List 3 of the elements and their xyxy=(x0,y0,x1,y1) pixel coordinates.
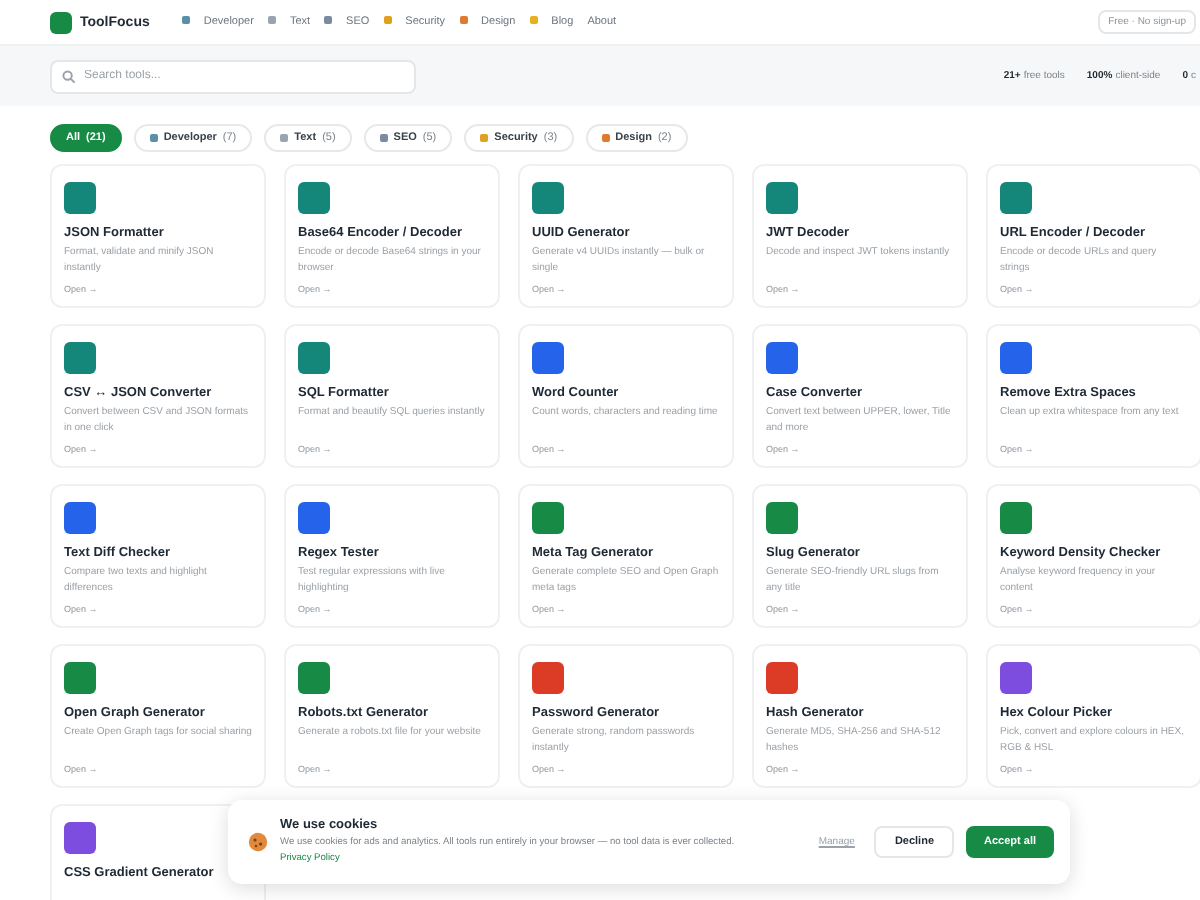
search-icon xyxy=(62,69,76,83)
logo-icon xyxy=(50,11,72,33)
cookie-icon xyxy=(248,832,268,852)
